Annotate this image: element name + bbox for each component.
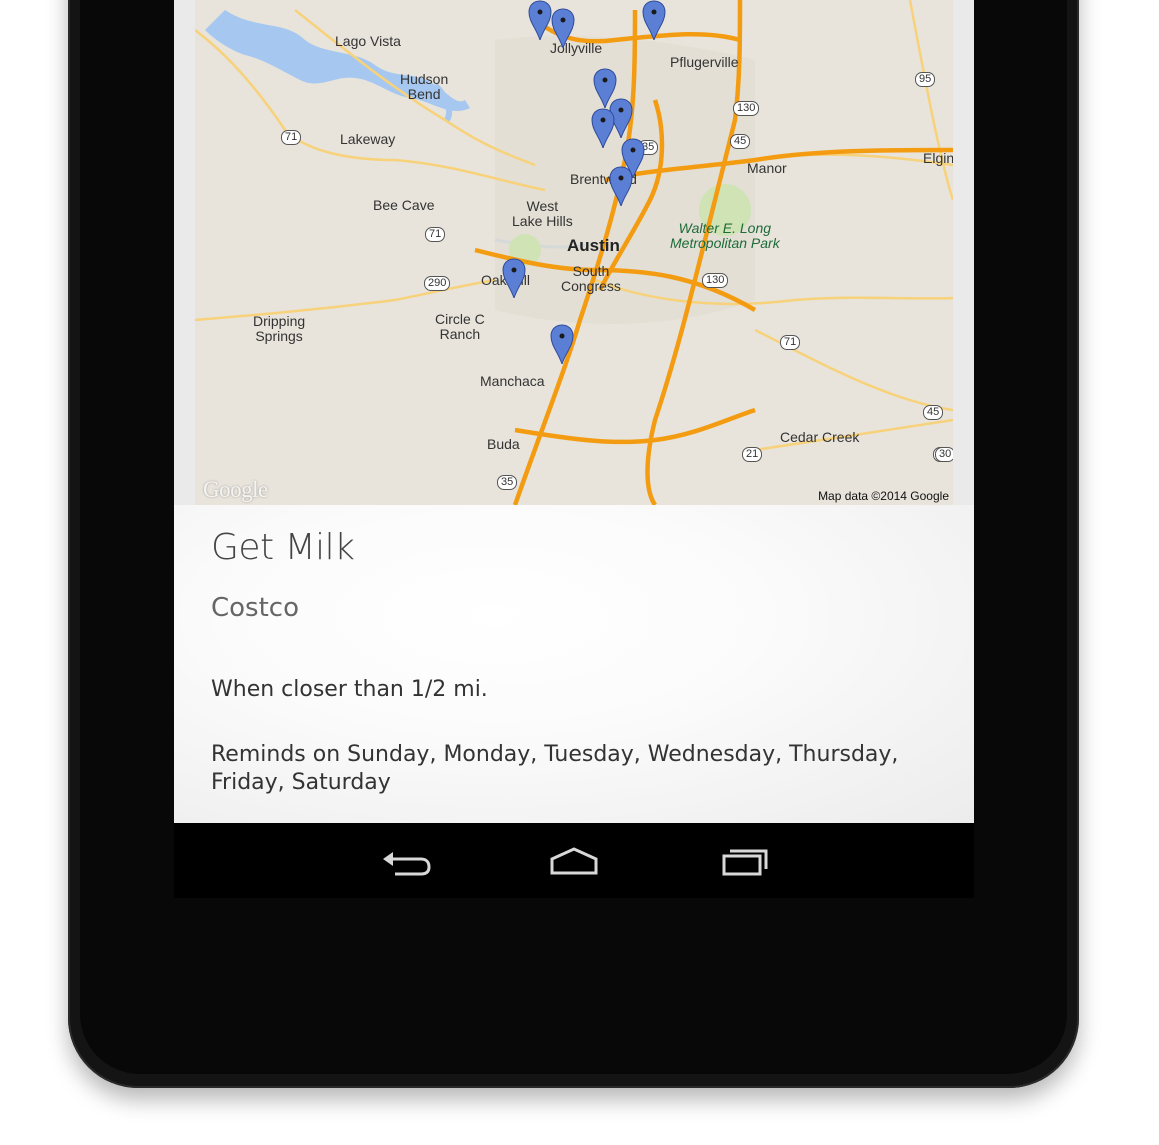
highway-shield: 45 <box>923 405 944 420</box>
home-icon <box>550 847 598 875</box>
location-marker-icon[interactable] <box>591 108 615 148</box>
location-marker-icon[interactable] <box>528 0 552 40</box>
google-logo: Google <box>203 477 268 502</box>
map-label: Lago Vista <box>335 33 401 49</box>
highway-shield: 290 <box>424 276 451 291</box>
highway-shield: 130 <box>702 273 729 288</box>
map-view[interactable]: Lago Vista Jollyville Pflugerville Hudso… <box>195 0 953 505</box>
reminder-card[interactable]: Get Milk Costco When closer than 1/2 mi.… <box>174 505 974 823</box>
reminder-title: Get Milk <box>211 527 355 568</box>
map-label: Austin <box>567 236 620 255</box>
map-label: Hudson Bend <box>400 71 449 102</box>
location-marker-icon[interactable] <box>502 258 526 298</box>
recent-apps-icon <box>722 849 768 876</box>
map-label: Buda <box>487 436 520 452</box>
map-label: Cedar Creek <box>780 429 860 445</box>
map-label: West Lake Hills <box>512 198 573 229</box>
highway-shield: 21 <box>742 447 763 462</box>
recent-apps-button[interactable] <box>714 843 774 879</box>
home-button[interactable] <box>544 843 604 879</box>
location-marker-icon[interactable] <box>550 324 574 364</box>
highway-shield: 95 <box>915 72 936 87</box>
back-button[interactable] <box>377 843 437 879</box>
highway-shield: 71 <box>780 335 801 350</box>
map-label: Pflugerville <box>670 54 739 70</box>
map-label: Circle C Ranch <box>435 311 485 342</box>
map-label: Manchaca <box>480 373 545 389</box>
location-marker-icon[interactable] <box>551 8 575 48</box>
reminder-distance-condition: When closer than 1/2 mi. <box>211 677 488 702</box>
reminder-days: Reminds on Sunday, Monday, Tuesday, Wedn… <box>211 742 899 795</box>
map-label: Bee Cave <box>373 197 435 213</box>
highway-shield: 71 <box>281 130 302 145</box>
back-arrow-icon <box>383 852 431 876</box>
highway-shield: 71 <box>425 227 446 242</box>
highway-shield: 35 <box>497 475 518 490</box>
location-marker-icon[interactable] <box>609 166 633 206</box>
map-label: Manor <box>747 160 787 176</box>
reminder-location: Costco <box>211 593 300 623</box>
location-marker-icon[interactable] <box>642 0 666 40</box>
highway-shield: 130 <box>733 101 760 116</box>
map-label: Elgin <box>923 150 953 166</box>
map-label: Lakeway <box>340 131 396 147</box>
map-label: South Congress <box>561 263 621 294</box>
map-attribution[interactable]: Map data ©2014 Google <box>818 489 949 503</box>
map-label: Walter E. Long Metropolitan Park <box>670 220 780 251</box>
highway-shield: 30 <box>935 447 953 462</box>
screen: Lago Vista Jollyville Pflugerville Hudso… <box>174 0 974 898</box>
navigation-bar <box>174 823 974 898</box>
highway-shield: 45 <box>730 134 751 149</box>
map-label: Dripping Springs <box>253 313 306 344</box>
